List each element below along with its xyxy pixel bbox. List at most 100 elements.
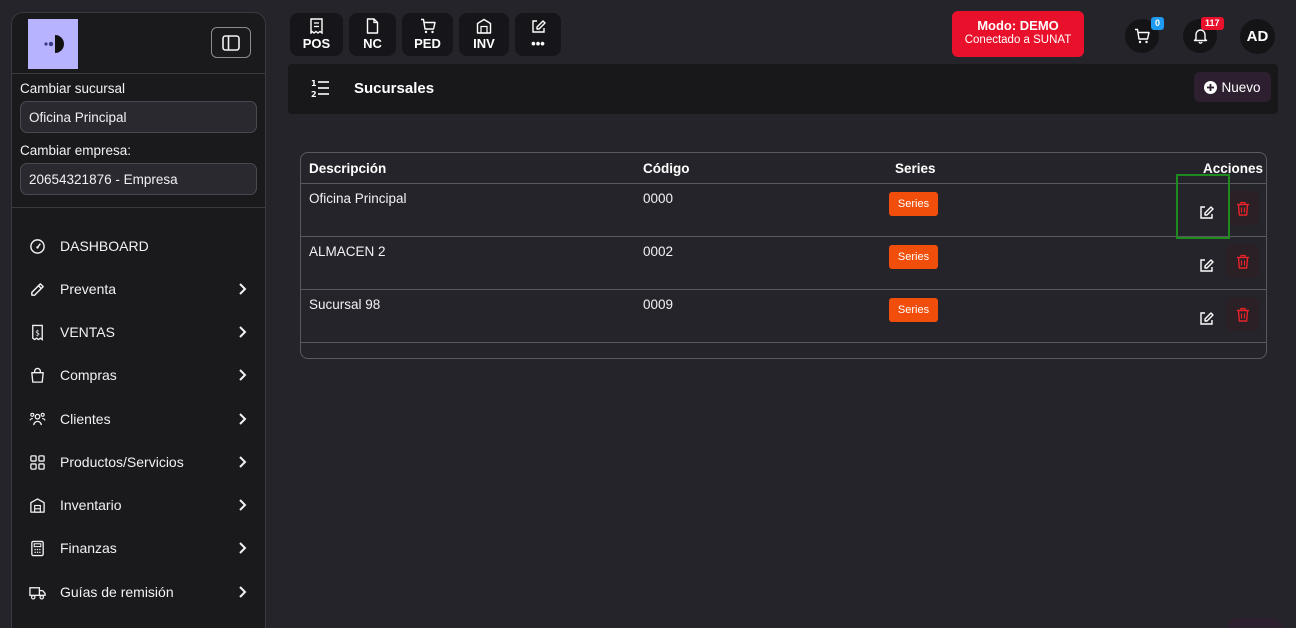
edit-icon — [1199, 258, 1214, 272]
mode-indicator[interactable]: Modo: DEMO Conectado a SUNAT — [952, 11, 1084, 57]
sidebar-item-compras[interactable]: Compras — [12, 360, 265, 390]
warehouse-icon — [30, 498, 45, 513]
quick-button-label: ••• — [531, 35, 545, 51]
chevron-right-icon — [239, 283, 247, 295]
receipt-icon — [310, 18, 323, 34]
cart-icon — [1135, 28, 1150, 44]
sidebar-item-finanzas[interactable]: Finanzas — [12, 533, 265, 563]
sidebar: Cambiar sucursal Oficina Principal Cambi… — [11, 12, 266, 628]
series-button[interactable]: Series — [889, 245, 938, 269]
users-icon — [29, 412, 46, 426]
sidebar-item-inventario[interactable]: Inventario — [12, 490, 265, 520]
mode-title: Modo: DEMO — [977, 18, 1059, 33]
sidebar-item-dashboard[interactable]: DASHBOARD — [12, 231, 265, 261]
sidebar-item-ventas[interactable]: $ VENTAS — [12, 317, 265, 347]
sidebar-item-productos[interactable]: Productos/Servicios — [12, 447, 265, 477]
branch-label: Cambiar sucursal — [20, 81, 126, 96]
trash-icon — [1236, 201, 1249, 216]
sidebar-item-label: Finanzas — [60, 540, 117, 556]
app-logo[interactable] — [28, 19, 78, 69]
avatar[interactable]: AD — [1240, 19, 1275, 54]
page-header: 1 2 Sucursales Nuevo — [288, 64, 1278, 114]
branch-select[interactable]: Oficina Principal — [20, 101, 257, 133]
quick-button-label: NC — [363, 36, 382, 51]
bell-icon — [1193, 29, 1207, 44]
shopping-bag-icon — [31, 367, 44, 383]
delete-button[interactable] — [1226, 297, 1259, 331]
cart-icon — [420, 18, 436, 34]
branch-code: 0009 — [643, 297, 674, 312]
sidebar-divider — [12, 207, 265, 208]
calculator-icon — [31, 540, 44, 557]
edit-icon — [1199, 311, 1214, 325]
company-label: Cambiar empresa: — [20, 143, 132, 158]
branch-description: Sucursal 98 — [309, 297, 381, 312]
sidebar-item-label: VENTAS — [60, 324, 115, 340]
branch-description: ALMACEN 2 — [309, 244, 386, 259]
mode-subtitle: Conectado a SUNAT — [964, 34, 1072, 46]
svg-text:2: 2 — [311, 90, 317, 98]
edit-button[interactable] — [1188, 249, 1224, 281]
branch-code: 0000 — [643, 191, 674, 206]
chevron-right-icon — [239, 369, 247, 381]
sidebar-item-preventa[interactable]: Preventa — [12, 274, 265, 304]
series-button[interactable]: Series — [889, 192, 938, 216]
document-icon — [366, 18, 379, 34]
logo-icon — [44, 35, 64, 53]
grid-icon — [30, 455, 45, 470]
chevron-right-icon — [239, 542, 247, 554]
quick-pos-button[interactable]: POS — [290, 13, 343, 56]
sidebar-divider — [12, 73, 265, 74]
delete-button[interactable] — [1226, 244, 1259, 278]
svg-text:1: 1 — [311, 79, 317, 88]
table-row: Sucursal 98 0009 Series — [301, 289, 1266, 342]
sidebar-item-label: Clientes — [60, 411, 111, 427]
sidebar-item-label: DASHBOARD — [60, 238, 149, 254]
sidebar-item-label: Productos/Servicios — [60, 454, 184, 470]
gauge-icon — [30, 239, 45, 254]
quick-inv-button[interactable]: INV — [459, 13, 509, 56]
table-row: ALMACEN 2 0002 Series — [301, 236, 1266, 289]
chevron-right-icon — [239, 586, 247, 598]
page-title: Sucursales — [354, 80, 435, 97]
pencil-icon — [31, 283, 44, 296]
quick-more-button[interactable]: ••• — [515, 13, 561, 56]
sidebar-item-label: Inventario — [60, 497, 122, 513]
numbered-list-icon: 1 2 — [311, 79, 329, 98]
sidebar-item-clientes[interactable]: Clientes — [12, 404, 265, 434]
floating-action-button[interactable] — [1228, 618, 1282, 628]
series-button[interactable]: Series — [889, 298, 938, 322]
notification-count-badge: 117 — [1201, 17, 1224, 30]
chevron-right-icon — [239, 326, 247, 338]
sidebar-toggle-button[interactable] — [211, 27, 251, 58]
focus-highlight — [1176, 174, 1230, 239]
cart-count-badge: 0 — [1151, 17, 1165, 30]
branch-code: 0002 — [643, 244, 674, 259]
chevron-right-icon — [239, 456, 247, 468]
quick-button-label: INV — [473, 36, 495, 51]
svg-text:$: $ — [35, 328, 40, 337]
branch-description: Oficina Principal — [309, 191, 407, 206]
column-header-code: Código — [643, 161, 690, 176]
sidebar-panel-icon — [222, 34, 240, 51]
chevron-right-icon — [239, 413, 247, 425]
sidebar-item-label: Compras — [60, 367, 117, 383]
quick-nc-button[interactable]: NC — [349, 13, 396, 56]
sidebar-item-label: Preventa — [60, 281, 117, 297]
new-button-label: Nuevo — [1221, 79, 1261, 95]
sidebar-item-label: Guías de remisión — [60, 584, 174, 600]
edit-button[interactable] — [1188, 302, 1224, 334]
delete-button[interactable] — [1226, 191, 1259, 225]
sidebar-item-guias[interactable]: Guías de remisión — [12, 577, 265, 607]
company-select[interactable]: 20654321876 - Empresa — [20, 163, 257, 195]
branches-table: Descripción Código Series Acciones Ofici… — [300, 152, 1267, 359]
table-row: Oficina Principal 0000 Series — [301, 183, 1266, 236]
quick-ped-button[interactable]: PED — [402, 13, 453, 56]
table-footer — [301, 342, 1266, 358]
column-header-series: Series — [895, 161, 936, 176]
plus-circle-icon — [1204, 80, 1218, 94]
trash-icon — [1236, 254, 1249, 269]
column-header-description: Descripción — [309, 161, 387, 176]
new-branch-button[interactable]: Nuevo — [1194, 72, 1271, 102]
quick-button-label: POS — [302, 36, 331, 51]
